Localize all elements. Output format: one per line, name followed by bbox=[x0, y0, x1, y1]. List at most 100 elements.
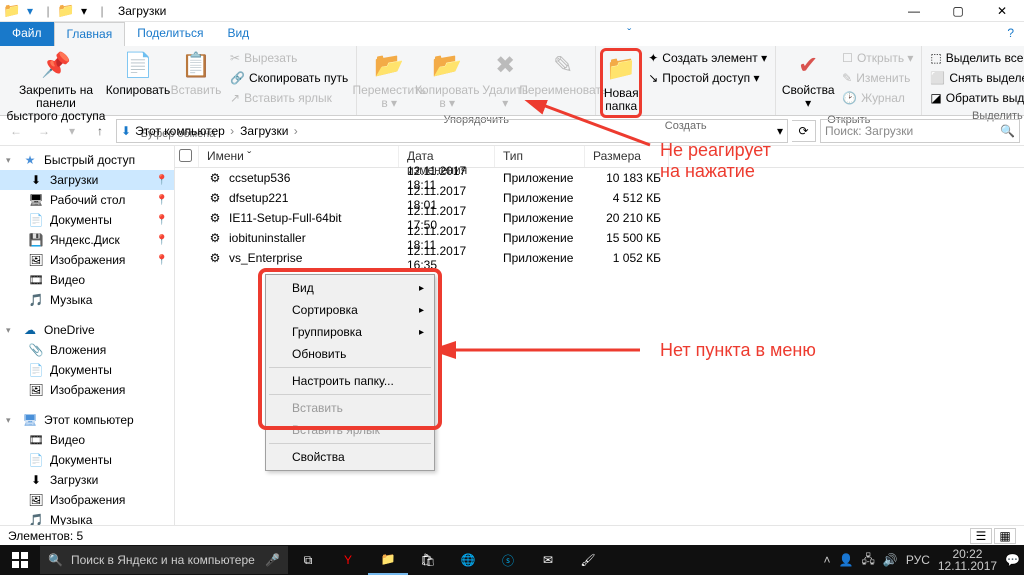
taskbar: 🔍 Поиск в Яндекс и на компьютере 🎤 ⧉ Y 📁… bbox=[0, 545, 1024, 575]
sidebar-item[interactable]: 🖼Изображения bbox=[0, 490, 174, 510]
sidebar-item[interactable]: 🎵Музыка bbox=[0, 510, 174, 525]
delete-button[interactable]: ✖Удалить ▾ bbox=[477, 48, 533, 112]
tab-view[interactable]: Вид bbox=[215, 22, 261, 46]
cut-button[interactable]: ✂Вырезать bbox=[226, 48, 352, 68]
tab-share[interactable]: Поделиться bbox=[125, 22, 215, 46]
new-item-button[interactable]: ✦Создать элемент ▾ bbox=[644, 48, 771, 68]
ribbon-tabs: Файл Главная Поделиться Вид ˇ ? bbox=[0, 22, 1024, 46]
new-folder-button[interactable]: 📁 Новая папка bbox=[600, 48, 642, 118]
refresh-button[interactable]: ⟳ bbox=[792, 120, 816, 142]
copy-button[interactable]: 📄 Копировать bbox=[110, 48, 166, 99]
sidebar-item[interactable]: 🖼Изображения📍 bbox=[0, 250, 174, 270]
open-button[interactable]: ☐Открыть ▾ bbox=[838, 48, 917, 68]
tab-file[interactable]: Файл bbox=[0, 22, 54, 46]
properties-button[interactable]: ✔Свойства ▾ bbox=[780, 48, 836, 112]
nav-up-button[interactable]: ↑ bbox=[88, 119, 112, 143]
nav-recent-button[interactable]: ▾ bbox=[60, 119, 84, 143]
col-size[interactable]: Размера bbox=[585, 146, 669, 167]
ctx-refresh[interactable]: Обновить bbox=[268, 343, 432, 365]
select-all-button[interactable]: ⬚Выделить все bbox=[926, 48, 1024, 68]
help-icon[interactable]: ? bbox=[997, 22, 1024, 46]
view-large-button[interactable]: ▦ bbox=[994, 528, 1016, 544]
sidebar-onedrive[interactable]: ▾☁OneDrive bbox=[0, 320, 174, 340]
qat-overflow-icon[interactable]: ▾ bbox=[76, 3, 92, 19]
taskbar-app[interactable]: Y bbox=[328, 545, 368, 575]
table-row[interactable]: ⚙iobituninstaller12.11.2017 18:11Приложе… bbox=[175, 228, 1024, 248]
move-to-button[interactable]: 📂Переместить в ▾ bbox=[361, 48, 417, 112]
tray-volume-icon[interactable]: 🔊 bbox=[883, 553, 898, 567]
ctx-sort[interactable]: Сортировка▸ bbox=[268, 299, 432, 321]
address-bar[interactable]: ⬇ Этот компьютер Загрузки ▾ bbox=[116, 119, 788, 143]
taskbar-app[interactable]: ✉ bbox=[528, 545, 568, 575]
ctx-view[interactable]: Вид▸ bbox=[268, 277, 432, 299]
qat-down-icon[interactable]: ▾ bbox=[22, 3, 38, 19]
ribbon: 📌 Закрепить на панели быстрого доступа 📄… bbox=[0, 46, 1024, 116]
status-bar: Элементов: 5 ☰ ▦ bbox=[0, 525, 1024, 545]
rename-button[interactable]: ✎Переименовать bbox=[535, 48, 591, 99]
tray-network-icon[interactable]: 🖧 bbox=[862, 550, 875, 571]
pin-quick-access-button[interactable]: 📌 Закрепить на панели быстрого доступа bbox=[4, 48, 108, 126]
nav-back-button[interactable]: ← bbox=[4, 119, 28, 143]
taskbar-app-explorer[interactable]: 📁 bbox=[368, 545, 408, 575]
invert-select-button[interactable]: ◪Обратить выделение bbox=[926, 88, 1024, 108]
table-row[interactable]: ⚙vs_Enterprise12.11.2017 16:35Приложение… bbox=[175, 248, 1024, 268]
breadcrumb[interactable]: Этот компьютер bbox=[135, 124, 236, 138]
paste-button[interactable]: 📋 Вставить bbox=[168, 48, 224, 99]
easy-access-button[interactable]: ↘Простой доступ ▾ bbox=[644, 68, 771, 88]
tray-people-icon[interactable]: 👤 bbox=[839, 553, 854, 567]
select-all-checkbox[interactable] bbox=[179, 149, 192, 162]
sidebar-item[interactable]: 📎Вложения bbox=[0, 340, 174, 360]
taskbar-app[interactable]: 🌐 bbox=[448, 545, 488, 575]
start-button[interactable] bbox=[0, 545, 40, 575]
col-name[interactable]: Имени ˇ bbox=[199, 146, 399, 167]
ctx-group[interactable]: Группировка▸ bbox=[268, 321, 432, 343]
sidebar-item[interactable]: 🎵Музыка bbox=[0, 290, 174, 310]
select-none-button[interactable]: ⬜Снять выделение bbox=[926, 68, 1024, 88]
sidebar-item[interactable]: ⬇Загрузки bbox=[0, 470, 174, 490]
breadcrumb[interactable]: Загрузки bbox=[240, 124, 300, 138]
sidebar-item[interactable]: 💾Яндекс.Диск📍 bbox=[0, 230, 174, 250]
taskbar-app-skype[interactable]: ⓢ bbox=[488, 545, 528, 575]
paste-shortcut-button[interactable]: ↗Вставить ярлык bbox=[226, 88, 352, 108]
sidebar-quick-access[interactable]: ▾★Быстрый доступ bbox=[0, 150, 174, 170]
tray-notifications-icon[interactable]: 💬 bbox=[1005, 553, 1020, 567]
taskbar-app[interactable]: 🛍 bbox=[408, 545, 448, 575]
sidebar-item[interactable]: 🎞Видео bbox=[0, 430, 174, 450]
sidebar-item[interactable]: ⬇Загрузки📍 bbox=[0, 170, 174, 190]
copy-path-button[interactable]: 🔗Скопировать путь bbox=[226, 68, 352, 88]
copy-to-button[interactable]: 📂Копировать в ▾ bbox=[419, 48, 475, 112]
close-button[interactable]: ✕ bbox=[980, 0, 1024, 22]
col-type[interactable]: Тип bbox=[495, 146, 585, 167]
folder-icon: 🖼 bbox=[28, 252, 44, 268]
ribbon-collapse-icon[interactable]: ˇ bbox=[617, 22, 641, 46]
sidebar-this-pc[interactable]: ▾🖥Этот компьютер bbox=[0, 410, 174, 430]
sidebar-item[interactable]: 📄Документы📍 bbox=[0, 210, 174, 230]
maximize-button[interactable]: ▢ bbox=[936, 0, 980, 22]
sidebar-item[interactable]: 🖼Изображения bbox=[0, 380, 174, 400]
ctx-customize[interactable]: Настроить папку... bbox=[268, 370, 432, 392]
task-view-button[interactable]: ⧉ bbox=[288, 545, 328, 575]
table-row[interactable]: ⚙IE11-Setup-Full-64bit12.11.2017 17:50Пр… bbox=[175, 208, 1024, 228]
search-input[interactable]: Поиск: Загрузки 🔍 bbox=[820, 119, 1020, 143]
table-row[interactable]: ⚙ccsetup53612.11.2017 18:11Приложение10 … bbox=[175, 168, 1024, 188]
mic-icon[interactable]: 🎤 bbox=[265, 553, 280, 567]
addr-dropdown-icon[interactable]: ▾ bbox=[777, 124, 783, 138]
taskbar-search[interactable]: 🔍 Поиск в Яндекс и на компьютере 🎤 bbox=[40, 546, 288, 574]
ctx-properties[interactable]: Свойства bbox=[268, 446, 432, 468]
sidebar-item[interactable]: 🎞Видео bbox=[0, 270, 174, 290]
sidebar-item[interactable]: 📄Документы bbox=[0, 360, 174, 380]
tray-clock[interactable]: 20:22 12.11.2017 bbox=[938, 548, 997, 572]
tray-lang[interactable]: РУС bbox=[906, 553, 930, 567]
view-details-button[interactable]: ☰ bbox=[970, 528, 992, 544]
tab-home[interactable]: Главная bbox=[54, 22, 126, 46]
sidebar-item[interactable]: 🖥Рабочий стол📍 bbox=[0, 190, 174, 210]
edit-button[interactable]: ✎Изменить bbox=[838, 68, 917, 88]
table-row[interactable]: ⚙dfsetup22112.11.2017 18:01Приложение4 5… bbox=[175, 188, 1024, 208]
sidebar-item[interactable]: 📄Документы bbox=[0, 450, 174, 470]
tray-up-icon[interactable]: ˄ bbox=[824, 553, 831, 567]
history-button[interactable]: 🕑Журнал bbox=[838, 88, 917, 108]
nav-forward-button[interactable]: → bbox=[32, 119, 56, 143]
taskbar-app[interactable]: 🖌 bbox=[568, 545, 608, 575]
pin-icon: 📌 bbox=[40, 50, 72, 82]
minimize-button[interactable]: — bbox=[892, 0, 936, 22]
